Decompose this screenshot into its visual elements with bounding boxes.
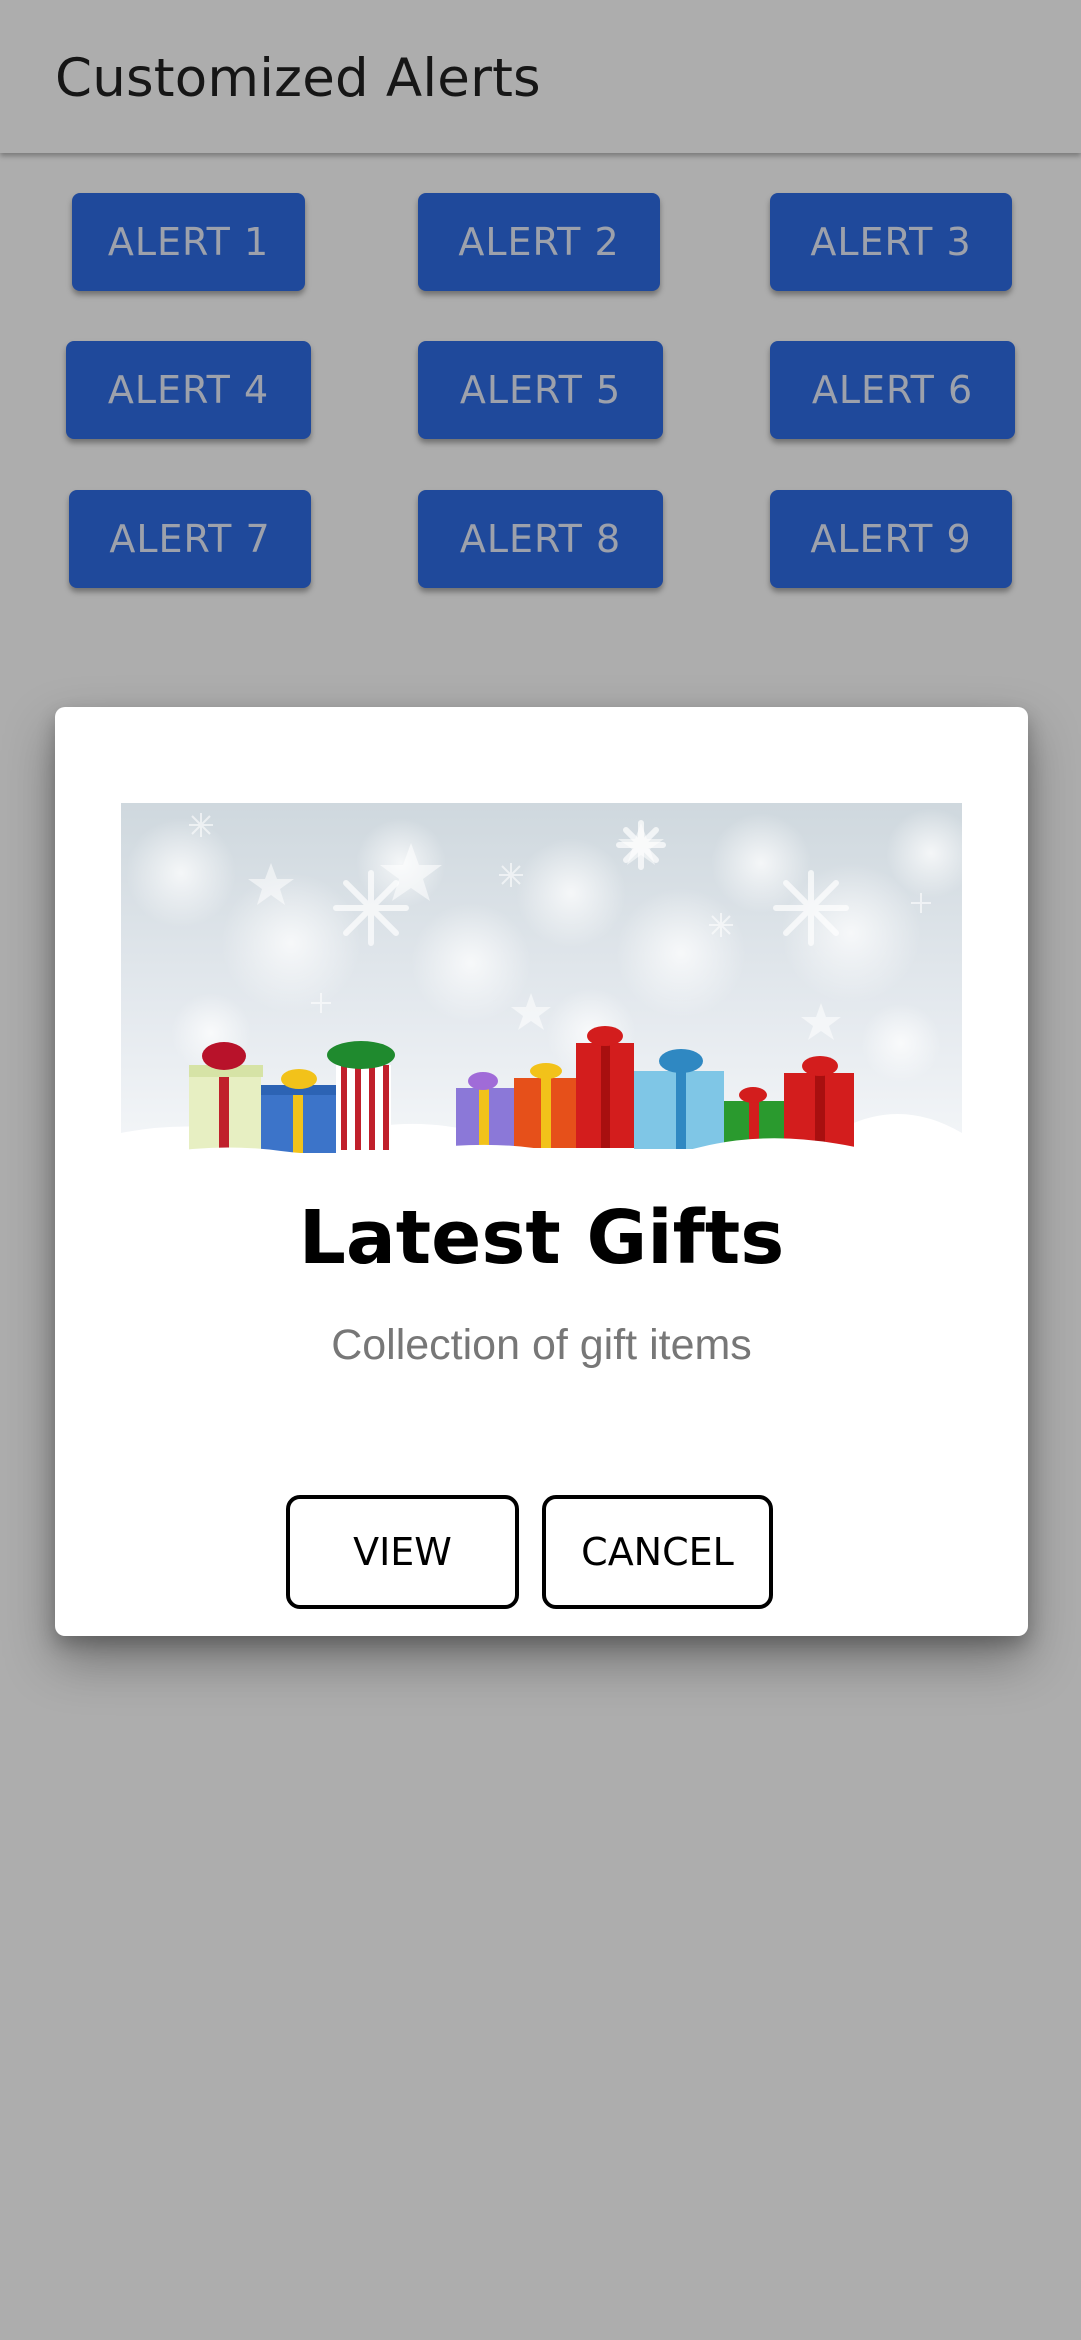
dialog-subtitle: Collection of gift items <box>331 1321 752 1369</box>
dialog-title: Latest Gifts <box>298 1195 785 1281</box>
view-button[interactable]: VIEW <box>286 1495 519 1609</box>
gift-boxes-banner-image <box>121 803 962 1173</box>
cancel-button[interactable]: CANCEL <box>542 1495 773 1609</box>
gift-alert-dialog: Latest Gifts Collection of gift items VI… <box>55 707 1028 1636</box>
